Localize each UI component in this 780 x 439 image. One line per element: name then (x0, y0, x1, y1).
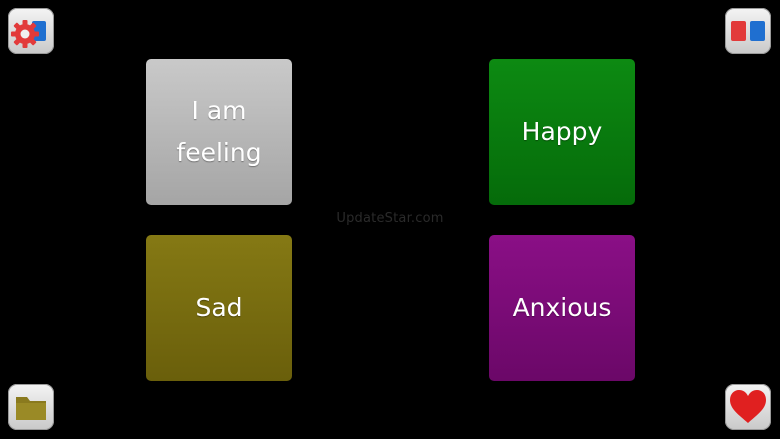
tile-label: Happy (521, 117, 603, 146)
tile-happy[interactable]: Happy (489, 59, 635, 205)
app-screen: I am feeling Happy Sad Anxious UpdateSta… (0, 0, 780, 439)
tile-label: I am feeling (176, 96, 262, 167)
folder-button[interactable] (8, 384, 54, 430)
two-panel-icon (731, 21, 765, 41)
tile-i-am-feeling[interactable]: I am feeling (146, 59, 292, 205)
favorite-button[interactable] (725, 384, 771, 430)
layout-button[interactable] (725, 8, 771, 54)
gear-icon (11, 20, 46, 48)
watermark: UpdateStar.com (336, 211, 444, 226)
folder-icon (16, 397, 46, 420)
tile-sad[interactable]: Sad (146, 235, 292, 381)
heart-icon (730, 390, 766, 423)
tile-anxious[interactable]: Anxious (489, 235, 635, 381)
tile-label: Anxious (512, 293, 612, 322)
settings-button[interactable] (8, 8, 54, 54)
tile-label: Sad (195, 293, 243, 322)
